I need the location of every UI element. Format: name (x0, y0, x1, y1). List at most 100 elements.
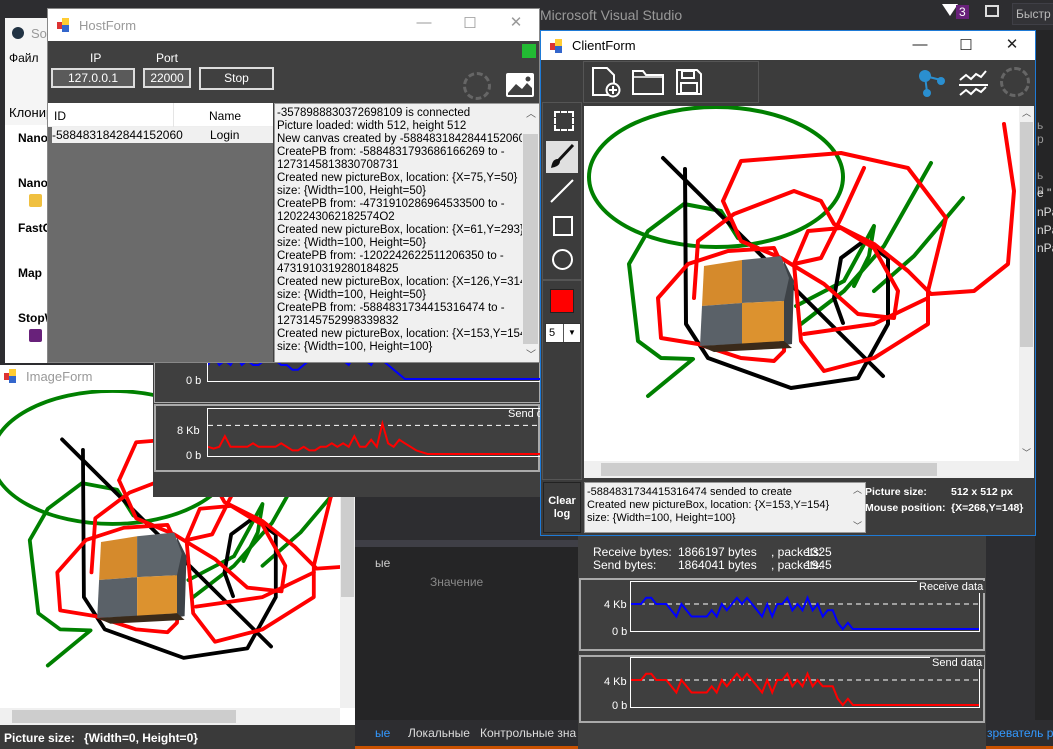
quick-launch-input[interactable]: Быстр (1012, 3, 1053, 25)
bottom-tab-explorer[interactable]: зреватель р (987, 726, 1053, 740)
scrollbar-thumb[interactable] (523, 134, 538, 344)
log-line: 4731910319280184825 (277, 263, 399, 275)
axis-label: 4 Kb (604, 676, 627, 688)
maximize-button[interactable]: ☐ (943, 36, 989, 54)
maximize-button[interactable]: ☐ (447, 14, 493, 32)
app-icon (550, 38, 564, 53)
right-text: nPa (1037, 241, 1053, 255)
repo-item[interactable]: Nano (18, 131, 48, 145)
log-line: Picture loaded: width 512, height 512 (277, 120, 467, 132)
statistics-chart-icon[interactable] (958, 68, 988, 98)
receive-bytes-value: 1866197 bytes (678, 545, 757, 559)
new-file-icon[interactable] (591, 66, 621, 98)
horizontal-scrollbar[interactable] (0, 708, 340, 725)
close-button[interactable]: ✕ (493, 13, 539, 31)
panel-tab-partial[interactable]: ые (375, 556, 390, 570)
receive-bytes-label: Receive bytes: (593, 545, 672, 559)
color-picker[interactable] (550, 289, 574, 313)
chart-title: Send d (508, 408, 540, 420)
host-form: HostForm — ☐ ✕ IP Port 127.0.0.1 22000 S… (47, 8, 540, 363)
send-packets-value: 1945 (805, 558, 832, 572)
log-line: CreatePB from: -1202242622511206350 to - (277, 250, 504, 262)
axis-label: 0 b (186, 450, 202, 462)
host-log-textbox[interactable]: -3578988830372698109 is connected Picture… (274, 103, 539, 362)
mouse-position-value: {X=268,Y=148} (951, 502, 1024, 514)
clear-log-label: log (553, 508, 571, 520)
column-header-name[interactable]: Name (209, 109, 241, 123)
ip-input[interactable]: 127.0.0.1 (51, 68, 135, 88)
port-input[interactable]: 22000 (143, 68, 191, 88)
save-icon[interactable] (675, 68, 703, 96)
app-icon (57, 18, 71, 32)
bottom-tab-locals[interactable]: Локальные (408, 726, 470, 740)
log-line: 1273145813830708731 (277, 159, 399, 171)
window-title: ClientForm (572, 38, 636, 53)
bottom-tab-autos[interactable]: ые (375, 726, 390, 740)
log-line: size: {Width=100, Height=50} (277, 237, 426, 249)
right-text: nPa (1037, 205, 1053, 219)
client-list[interactable]: ID Name -5884831842844152060 Login (48, 103, 273, 362)
clear-log-button[interactable]: Clear log (543, 482, 581, 533)
brush-size-select[interactable]: 5 ▼ (545, 323, 581, 343)
vertical-scrollbar[interactable]: ︿ ﹀ (1019, 106, 1034, 461)
table-row[interactable]: -5884831842844152060 Login (52, 127, 273, 143)
open-folder-icon[interactable] (631, 68, 665, 96)
help-icon (29, 329, 42, 342)
right-text: nPa (1037, 223, 1053, 237)
axis-label: 0 b (612, 700, 628, 712)
brush-tool-icon[interactable] (546, 141, 578, 173)
bottom-tab-watch[interactable]: Контрольные зна (480, 726, 576, 740)
port-label: Port (156, 51, 179, 65)
minimize-button[interactable]: — (897, 36, 943, 53)
column-header-value[interactable]: Значение (430, 575, 483, 589)
menu-file[interactable]: Файл (9, 51, 39, 65)
notification-badge[interactable]: 3 (956, 5, 969, 19)
log-line: New canvas created by -58848318428441520… (277, 133, 526, 145)
window-title: HostForm (79, 17, 137, 33)
host-send-chart (207, 408, 540, 457)
mouse-position-label: Mouse position: (865, 502, 946, 514)
series-line (631, 595, 979, 631)
stop-button[interactable]: Stop (199, 67, 274, 90)
receive-packets-value: 1325 (805, 545, 832, 559)
send-bytes-value: 1864041 bytes (678, 558, 757, 572)
chevron-down-icon[interactable]: ▼ (563, 324, 580, 342)
network-icon[interactable] (917, 68, 947, 98)
close-button[interactable]: ✕ (989, 35, 1035, 53)
drawing-canvas[interactable] (584, 106, 1019, 461)
window-title: ImageForm (26, 368, 93, 384)
client-form: ClientForm — ☐ ✕ 5 ▼ ︿ ﹀ Clear log -5884… (540, 30, 1036, 536)
log-line: Created new pictureBox, location: {X=61,… (277, 224, 524, 236)
brush-size-value: 5 (549, 327, 556, 339)
horizontal-scrollbar[interactable] (584, 461, 1034, 478)
connection-status-indicator (522, 44, 536, 58)
ellipse-tool-icon[interactable] (546, 243, 578, 275)
status-bar: Picture size: {Width=0, Height=0} (0, 725, 355, 749)
log-line: CreatePB from: -5884831734415316474 to - (277, 302, 505, 314)
log-line: -5884831734415316474 sended to create (587, 486, 792, 498)
series-line (208, 419, 540, 455)
chart-title: Send data (930, 657, 985, 669)
log-line: Created new pictureBox, location: {X=153… (277, 328, 531, 340)
axis-label: 4 Kb (604, 599, 627, 611)
log-line: 1273145752998339832 (277, 315, 399, 327)
feedback-icon[interactable] (985, 5, 999, 17)
column-header-id[interactable]: ID (54, 109, 66, 123)
log-line: size: {Width=100, Height=100} (277, 341, 433, 353)
log-line: CreatePB from: -5884831793686166269 to - (277, 146, 505, 158)
right-text: ь р (1037, 118, 1044, 146)
settings-gear-icon[interactable] (1000, 67, 1030, 97)
log-scrollbar[interactable]: ︿ ﹀ (851, 483, 865, 532)
log-scrollbar[interactable]: ︿ ﹀ (522, 104, 539, 362)
image-icon[interactable] (506, 73, 534, 97)
minimize-button[interactable]: — (401, 14, 447, 31)
rectangle-tool-icon[interactable] (546, 209, 578, 241)
picture-size-value: 512 x 512 px (951, 486, 1013, 498)
repo-item[interactable]: Nano (18, 176, 48, 190)
line-tool-icon[interactable] (546, 175, 578, 207)
repo-item[interactable]: Map (18, 266, 42, 280)
settings-gear-icon[interactable] (463, 72, 491, 100)
vs-right-panel: ь р ь р е " nPa nPa nPa (1035, 30, 1053, 749)
select-tool-icon[interactable] (546, 103, 578, 135)
client-log-textbox[interactable]: -5884831734415316474 sended to create Cre… (584, 482, 866, 533)
